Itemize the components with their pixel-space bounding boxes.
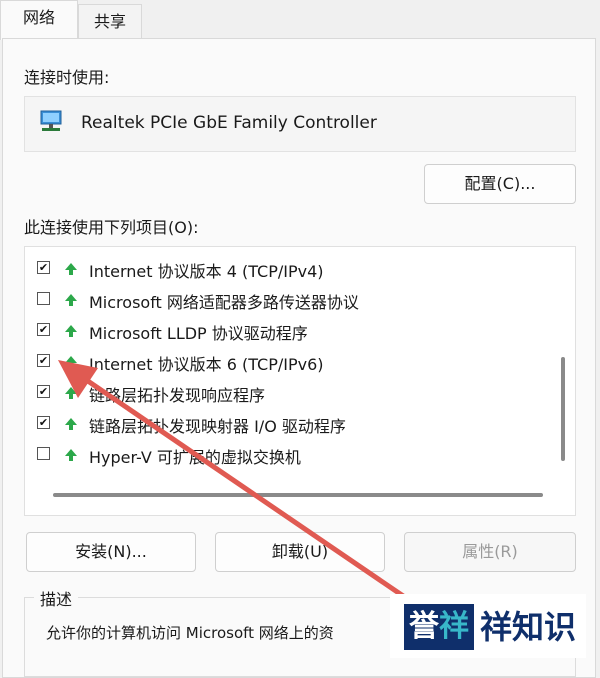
configure-button[interactable]: 配置(C)...: [424, 164, 576, 204]
description-title: 描述: [34, 586, 79, 610]
item-label: Microsoft 网络适配器多路传送器协议: [89, 293, 359, 312]
components-list[interactable]: ✔ Internet 协议版本 4 (TCP/IPv4) Microsoft 网…: [24, 246, 576, 516]
tab-strip: 网络 共享: [0, 0, 600, 40]
list-item[interactable]: ✔ Microsoft LLDP 协议驱动程序: [25, 315, 555, 346]
list-item[interactable]: ✔ Internet 协议版本 6 (TCP/IPv6): [25, 346, 555, 377]
item-label: 链路层拓扑发现映射器 I/O 驱动程序: [89, 417, 346, 436]
list-item[interactable]: Microsoft 网络适配器多路传送器协议: [25, 284, 555, 315]
watermark-logo: 誉祥 祥知识: [390, 594, 586, 658]
item-checkbox[interactable]: ✔: [37, 323, 50, 336]
item-label: Internet 协议版本 6 (TCP/IPv6): [89, 355, 324, 374]
protocol-icon: [65, 263, 77, 275]
item-label: 链路层拓扑发现响应程序: [89, 386, 266, 405]
list-item[interactable]: Hyper-V 可扩展的虚拟交换机: [25, 439, 555, 470]
tab-sharing[interactable]: 共享: [78, 4, 142, 38]
items-label: 此连接使用下列项目(O):: [24, 218, 199, 237]
adapter-box: Realtek PCIe GbE Family Controller: [24, 96, 576, 152]
protocol-icon: [65, 356, 77, 368]
list-item[interactable]: ✔ 链路层拓扑发现响应程序: [25, 377, 555, 408]
install-button[interactable]: 安装(N)...: [26, 532, 196, 572]
item-checkbox[interactable]: ✔: [37, 416, 50, 429]
item-checkbox[interactable]: ✔: [37, 385, 50, 398]
item-checkbox[interactable]: ✔: [37, 354, 50, 367]
protocol-icon: [65, 325, 77, 337]
item-label: Hyper-V 可扩展的虚拟交换机: [89, 448, 301, 467]
network-adapter-icon: [40, 110, 62, 131]
protocol-icon: [65, 294, 77, 306]
protocol-icon: [65, 387, 77, 399]
item-checkbox[interactable]: [37, 292, 50, 305]
watermark-badge: 誉祥: [404, 604, 474, 650]
description-text: 允许你的计算机访问 Microsoft 网络上的资: [46, 624, 334, 642]
uninstall-button[interactable]: 卸载(U): [215, 532, 385, 572]
tab-network[interactable]: 网络: [0, 0, 78, 40]
connect-using-label: 连接时使用:: [24, 68, 110, 87]
protocol-icon: [65, 449, 77, 461]
vertical-scrollbar[interactable]: [561, 357, 565, 461]
list-item[interactable]: ✔ 链路层拓扑发现映射器 I/O 驱动程序: [25, 408, 555, 439]
item-label: Microsoft LLDP 协议驱动程序: [89, 324, 308, 343]
item-checkbox[interactable]: ✔: [37, 261, 50, 274]
protocol-icon: [65, 418, 77, 430]
list-item[interactable]: ✔ Internet 协议版本 4 (TCP/IPv4): [25, 253, 555, 284]
item-label: Internet 协议版本 4 (TCP/IPv4): [89, 262, 324, 281]
properties-button: 属性(R): [404, 532, 576, 572]
item-checkbox[interactable]: [37, 447, 50, 460]
adapter-name: Realtek PCIe GbE Family Controller: [81, 113, 377, 133]
horizontal-scrollbar[interactable]: [53, 493, 543, 497]
watermark-text: 祥知识: [480, 608, 577, 646]
